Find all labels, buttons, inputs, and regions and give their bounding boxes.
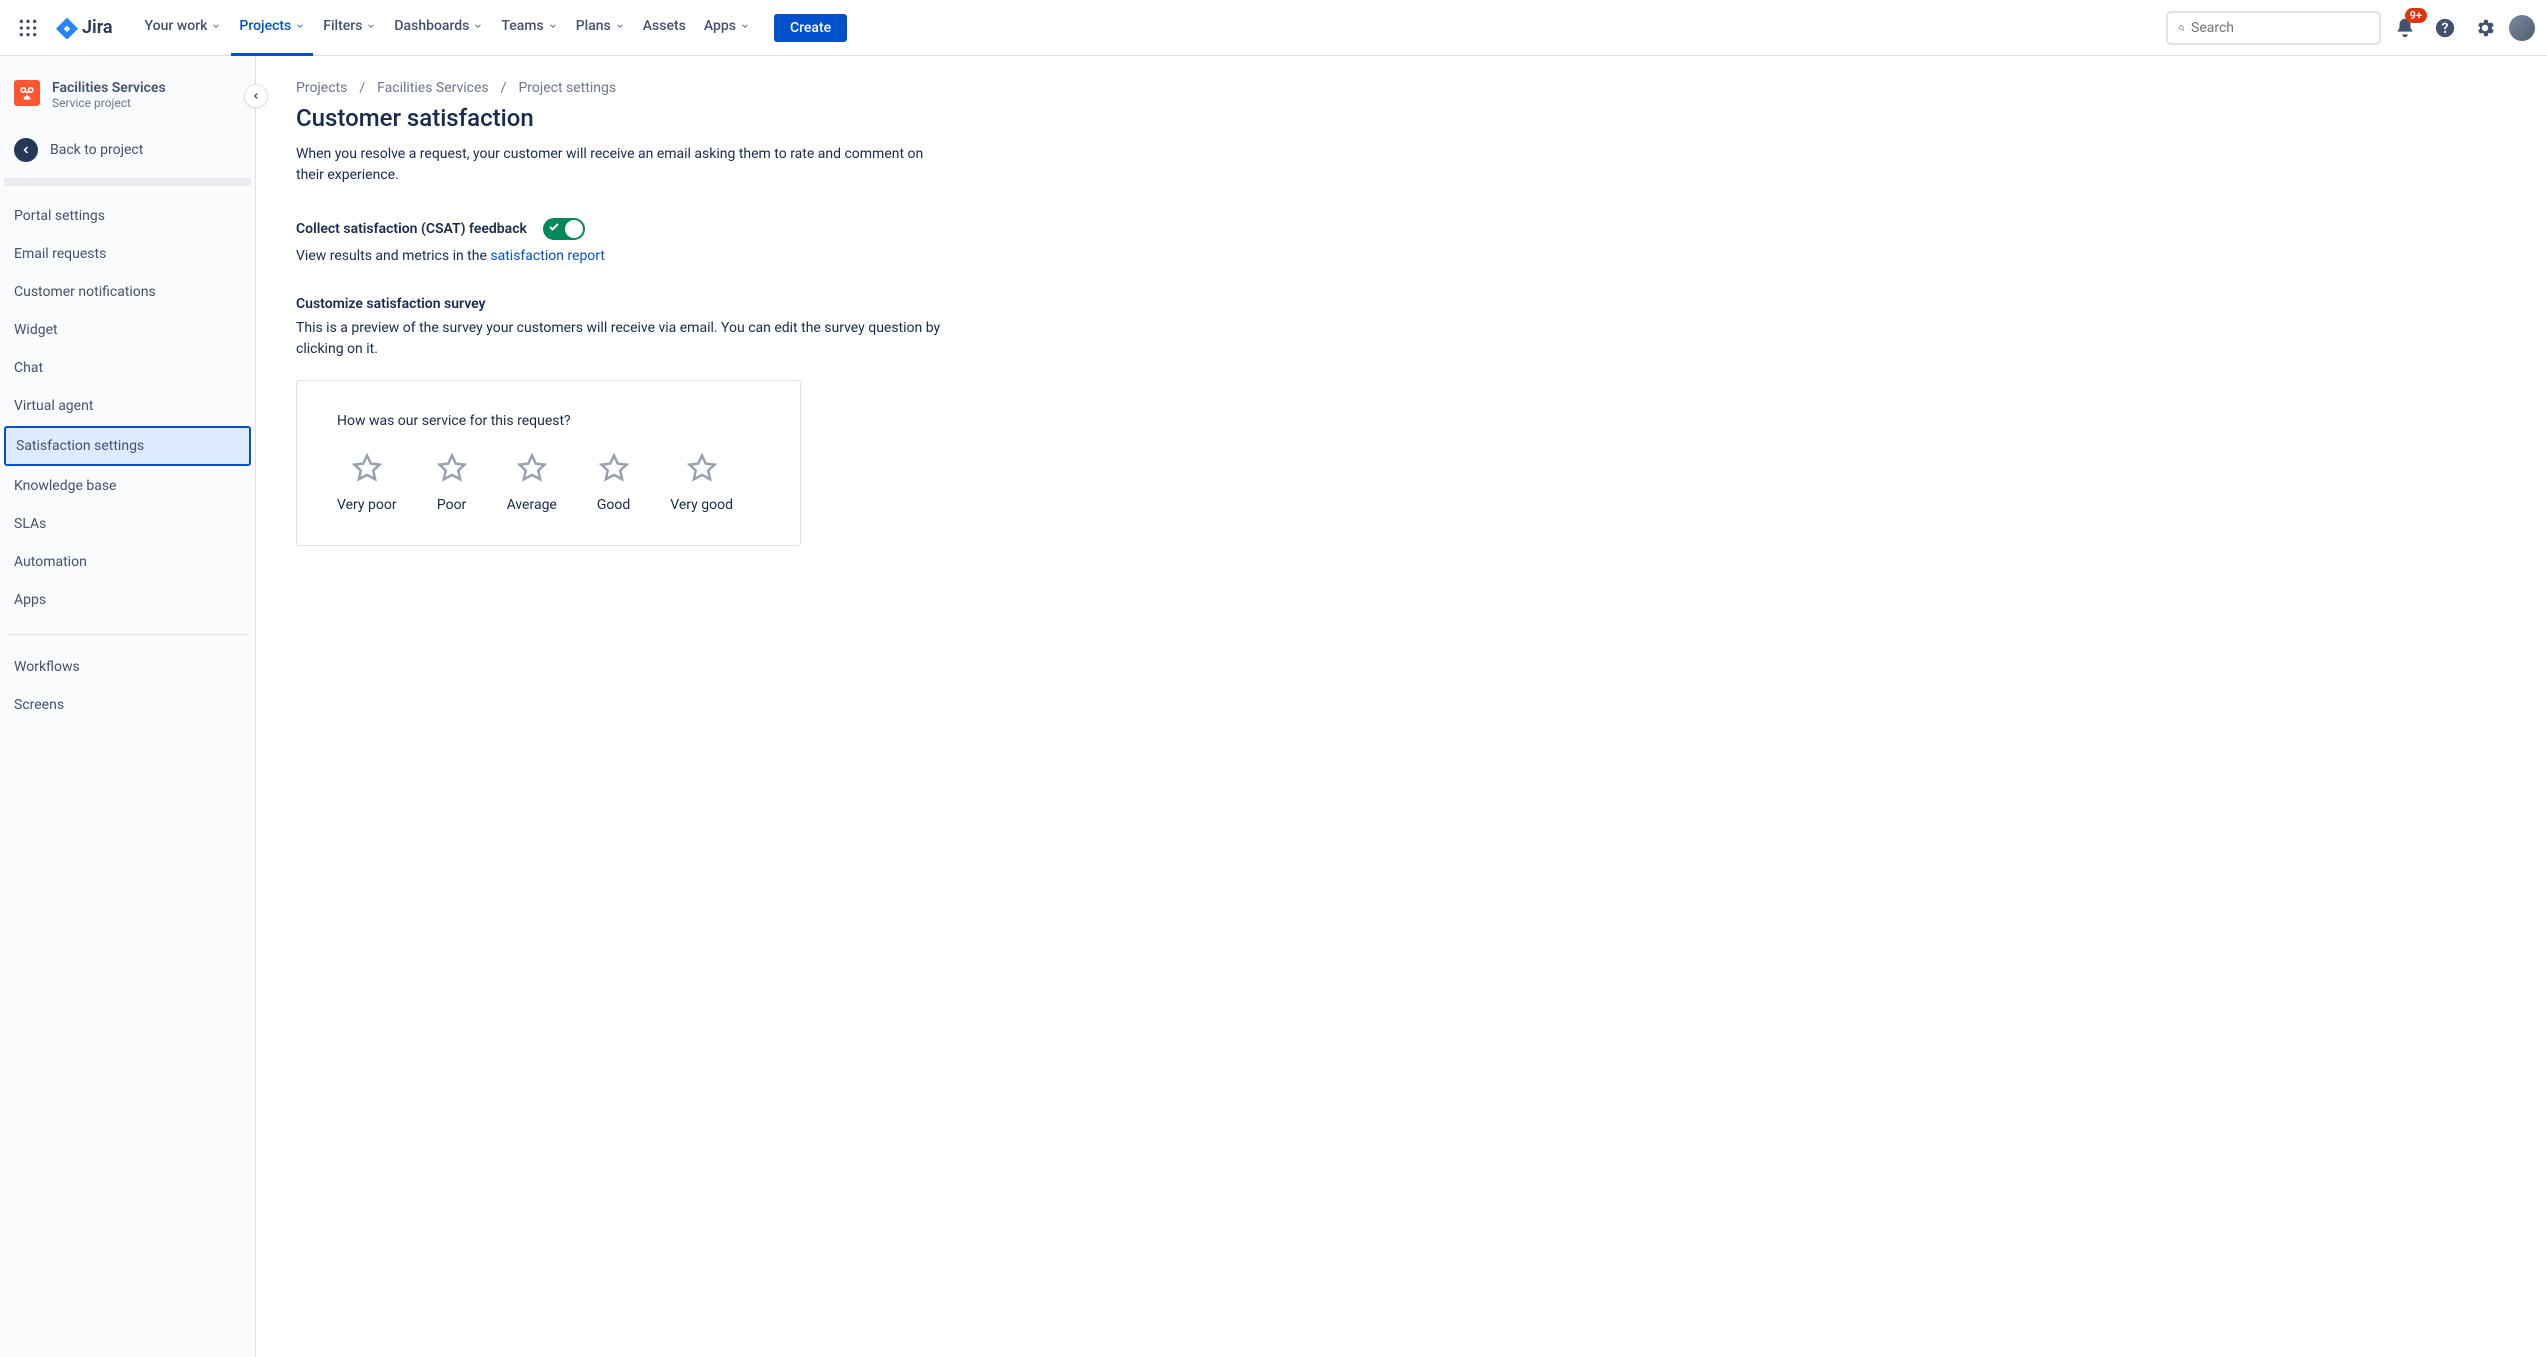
help-icon	[2434, 17, 2456, 39]
sidebar-item-workflows[interactable]: Workflows	[4, 649, 251, 685]
project-icon	[14, 80, 40, 106]
sidebar-item-portal-settings[interactable]: Portal settings	[4, 198, 251, 234]
rating-option-average[interactable]: Average	[507, 453, 557, 513]
check-icon	[548, 221, 560, 237]
chevron-down-icon	[473, 21, 483, 31]
notifications-button[interactable]: 9+	[2389, 12, 2421, 44]
nav-item-projects[interactable]: Projects	[231, 0, 313, 56]
rating-label: Very good	[670, 497, 733, 513]
chevron-left-icon	[251, 91, 261, 101]
nav-item-dashboards[interactable]: Dashboards	[386, 0, 491, 56]
back-to-project-link[interactable]: Back to project	[0, 130, 255, 178]
help-button[interactable]	[2429, 12, 2461, 44]
rating-label: Very poor	[337, 497, 397, 513]
sidebar-item-apps[interactable]: Apps	[4, 582, 251, 618]
breadcrumb-item[interactable]: Projects	[296, 80, 347, 96]
rating-label: Good	[597, 497, 630, 513]
rating-option-poor[interactable]: Poor	[437, 453, 467, 513]
sidebar-item-automation[interactable]: Automation	[4, 544, 251, 580]
chevron-down-icon	[366, 21, 376, 31]
star-icon	[517, 453, 547, 487]
jira-logo-text: Jira	[82, 17, 113, 38]
results-text: View results and metrics in the satisfac…	[296, 248, 2507, 264]
rating-label: Average	[507, 497, 557, 513]
survey-question[interactable]: How was our service for this request?	[337, 413, 760, 429]
nav-item-assets[interactable]: Assets	[635, 0, 694, 56]
nav-item-teams[interactable]: Teams	[493, 0, 565, 56]
sidebar-group-2: WorkflowsScreens	[0, 645, 255, 729]
gear-icon	[2474, 17, 2496, 39]
breadcrumb-item[interactable]: Project settings	[518, 80, 616, 96]
breadcrumb: Projects/Facilities Services/Project set…	[296, 80, 2507, 96]
chevron-down-icon	[211, 21, 221, 31]
user-avatar[interactable]	[2509, 15, 2535, 41]
sidebar-item-knowledge-base[interactable]: Knowledge base	[4, 468, 251, 504]
back-arrow-icon	[14, 138, 38, 162]
notification-badge: 9+	[2405, 8, 2427, 23]
create-button[interactable]: Create	[774, 14, 847, 42]
customize-description: This is a preview of the survey your cus…	[296, 318, 946, 360]
sidebar-item-slas[interactable]: SLAs	[4, 506, 251, 542]
csat-toggle[interactable]	[543, 218, 585, 240]
page-title: Customer satisfaction	[296, 104, 2507, 132]
sidebar-item-email-requests[interactable]: Email requests	[4, 236, 251, 272]
rating-label: Poor	[437, 497, 466, 513]
main-content: Projects/Facilities Services/Project set…	[256, 56, 2547, 1357]
nav-items: Your workProjectsFiltersDashboardsTeamsP…	[137, 0, 758, 56]
breadcrumb-item[interactable]: Facilities Services	[377, 80, 489, 96]
chevron-down-icon	[295, 21, 305, 31]
project-type: Service project	[52, 96, 166, 110]
project-header[interactable]: Facilities Services Service project	[0, 80, 255, 130]
project-name: Facilities Services	[52, 80, 166, 96]
star-icon	[687, 453, 717, 487]
search-icon	[2178, 20, 2185, 36]
search-input[interactable]	[2191, 20, 2369, 36]
back-label: Back to project	[50, 142, 143, 158]
nav-item-apps[interactable]: Apps	[696, 0, 758, 56]
jira-logo[interactable]: Jira	[48, 17, 121, 39]
sidebar-item-widget[interactable]: Widget	[4, 312, 251, 348]
sidebar-item-virtual-agent[interactable]: Virtual agent	[4, 388, 251, 424]
rating-option-very-good[interactable]: Very good	[670, 453, 733, 513]
top-navigation: Jira Your workProjectsFiltersDashboardsT…	[0, 0, 2547, 56]
rating-option-good[interactable]: Good	[597, 453, 630, 513]
star-icon	[437, 453, 467, 487]
rating-row: Very poor Poor Average Good Very good	[337, 453, 760, 513]
nav-item-your-work[interactable]: Your work	[137, 0, 230, 56]
customize-heading: Customize satisfaction survey	[296, 296, 2507, 312]
sidebar-hr	[8, 634, 247, 635]
sidebar: Facilities Services Service project Back…	[0, 56, 256, 1357]
star-icon	[352, 453, 382, 487]
sidebar-group-1: Portal settingsEmail requestsCustomer no…	[0, 194, 255, 624]
nav-item-plans[interactable]: Plans	[568, 0, 633, 56]
jira-icon	[56, 17, 78, 39]
toggle-knob	[565, 220, 583, 238]
chevron-down-icon	[548, 21, 558, 31]
sidebar-item-satisfaction-settings[interactable]: Satisfaction settings	[4, 426, 251, 466]
chevron-down-icon	[615, 21, 625, 31]
sidebar-item-screens[interactable]: Screens	[4, 687, 251, 723]
sidebar-collapse-button[interactable]	[244, 84, 268, 108]
sidebar-divider	[4, 178, 251, 186]
sidebar-item-chat[interactable]: Chat	[4, 350, 251, 386]
csat-feedback-label: Collect satisfaction (CSAT) feedback	[296, 221, 527, 237]
nav-item-filters[interactable]: Filters	[315, 0, 384, 56]
settings-button[interactable]	[2469, 12, 2501, 44]
rating-option-very-poor[interactable]: Very poor	[337, 453, 397, 513]
sidebar-item-customer-notifications[interactable]: Customer notifications	[4, 274, 251, 310]
page-description: When you resolve a request, your custome…	[296, 144, 946, 186]
chevron-down-icon	[740, 21, 750, 31]
survey-preview: How was our service for this request? Ve…	[296, 380, 801, 546]
star-icon	[599, 453, 629, 487]
app-switcher-icon[interactable]	[12, 12, 44, 44]
satisfaction-report-link[interactable]: satisfaction report	[490, 248, 605, 264]
search-box[interactable]	[2166, 11, 2381, 45]
